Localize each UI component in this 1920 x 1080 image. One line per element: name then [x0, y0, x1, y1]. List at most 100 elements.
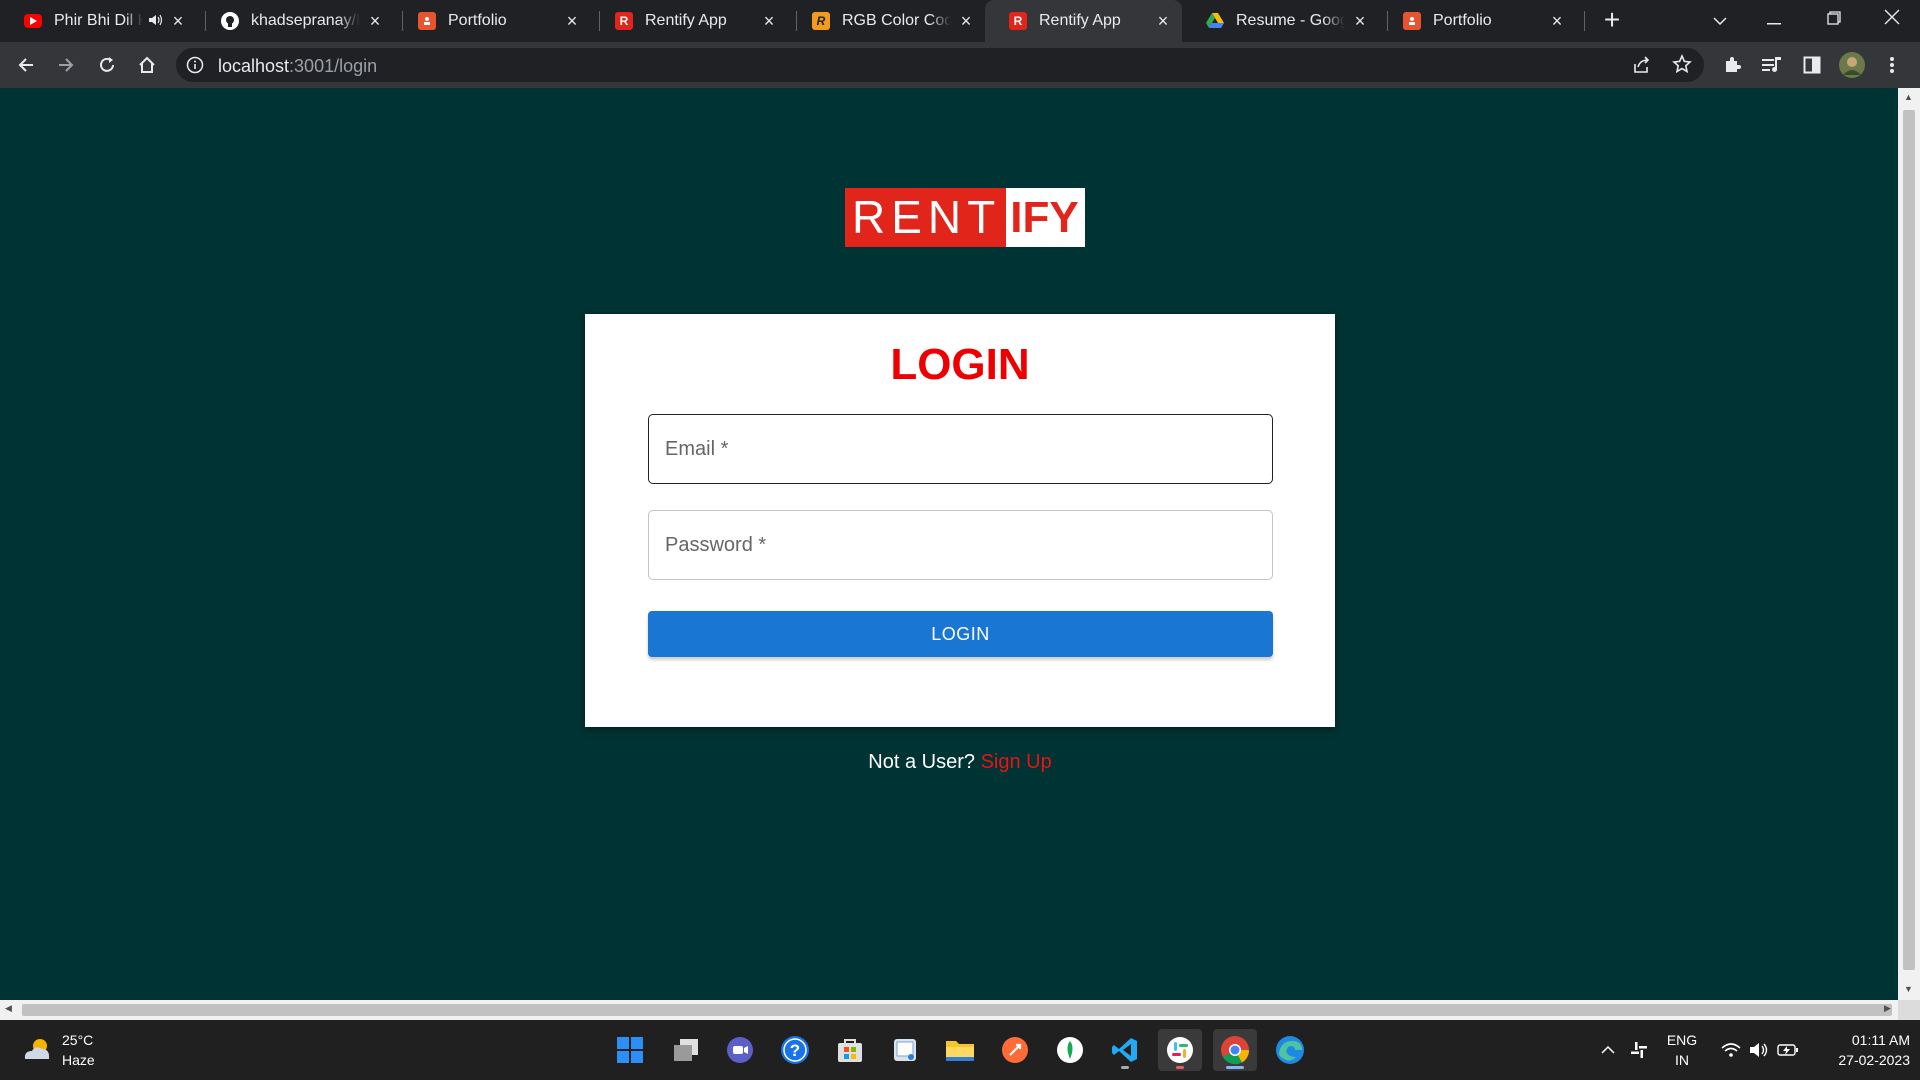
volume-button[interactable]	[1746, 1020, 1772, 1080]
media-control-button[interactable]	[1756, 49, 1788, 81]
snipping-tool-button[interactable]	[883, 1029, 927, 1071]
start-button[interactable]	[608, 1029, 652, 1071]
side-panel-button[interactable]	[1796, 49, 1828, 81]
password-field[interactable]	[648, 510, 1273, 580]
url-host: localhost	[218, 56, 290, 76]
vscode-icon	[1112, 1038, 1137, 1062]
close-icon	[1884, 9, 1900, 25]
close-tab-icon[interactable]: ×	[1154, 12, 1172, 30]
edge-button[interactable]	[1268, 1029, 1312, 1071]
tab-title: Rentify App	[645, 12, 727, 29]
task-view-icon	[674, 1039, 698, 1061]
battery-button[interactable]	[1774, 1020, 1802, 1080]
email-field[interactable]	[648, 414, 1273, 484]
microsoft-store-button[interactable]	[828, 1029, 872, 1071]
file-explorer-button[interactable]	[938, 1029, 982, 1071]
info-icon[interactable]	[186, 56, 204, 79]
close-window-button[interactable]	[1864, 0, 1920, 40]
close-tab-icon[interactable]: ×	[1548, 12, 1566, 30]
task-view-button[interactable]	[664, 1029, 708, 1071]
close-tab-icon[interactable]: ×	[366, 12, 384, 30]
horizontal-scroll-thumb[interactable]	[22, 1004, 1892, 1016]
chrome-icon	[1221, 1036, 1250, 1065]
speaker-icon[interactable]	[149, 14, 163, 29]
close-tab-icon[interactable]: ×	[760, 12, 778, 30]
browser-menu-button[interactable]	[1876, 49, 1908, 81]
home-icon	[139, 56, 155, 73]
windows-start-icon	[617, 1037, 643, 1063]
login-button[interactable]: LOGIN	[648, 611, 1273, 657]
vertical-scroll-thumb[interactable]	[1903, 110, 1915, 970]
vertical-scrollbar[interactable]: ▲ ▼	[1898, 88, 1920, 1000]
forward-button[interactable]	[50, 49, 82, 81]
browser-tab[interactable]: Phir Bhi Dil H ×	[0, 0, 197, 42]
home-button[interactable]	[131, 49, 163, 81]
password-input[interactable]	[649, 511, 1272, 579]
chevron-down-icon	[1713, 17, 1727, 26]
browser-tab[interactable]: Portfolio ×	[1379, 0, 1576, 42]
browser-tab[interactable]: Portfolio ×	[394, 0, 591, 42]
chrome-button[interactable]	[1213, 1029, 1257, 1071]
address-bar[interactable]: localhost:3001/login	[176, 48, 1704, 82]
teams-chat-icon	[727, 1037, 753, 1063]
browser-tab[interactable]: R RGB Color Codes ×	[788, 0, 985, 42]
signup-link[interactable]: Sign Up	[981, 751, 1052, 773]
browser-tab-active[interactable]: R Rentify App ×	[985, 0, 1182, 42]
minimize-button[interactable]	[1746, 0, 1802, 40]
rentify-logo[interactable]: RENT IFY	[845, 188, 1085, 247]
back-button[interactable]	[10, 49, 42, 81]
running-indicator	[1176, 1066, 1184, 1069]
slack-icon	[1167, 1037, 1193, 1063]
rgb-icon: R	[812, 12, 830, 30]
browser-tab[interactable]: khadsepranay/Re ×	[197, 0, 394, 42]
avatar-icon	[1839, 52, 1865, 78]
minimize-icon	[1767, 23, 1781, 25]
slack-tray-icon	[1631, 1042, 1647, 1058]
postman-button[interactable]	[993, 1029, 1037, 1071]
scroll-left-arrow-icon[interactable]: ◀	[5, 1003, 12, 1014]
wifi-button[interactable]	[1718, 1020, 1744, 1080]
teams-chat-button[interactable]	[718, 1029, 762, 1071]
rentify-icon: R	[1009, 12, 1027, 30]
bookmark-star-icon[interactable]	[1672, 54, 1692, 79]
close-tab-icon[interactable]: ×	[169, 12, 187, 30]
profile-avatar[interactable]	[1836, 49, 1868, 81]
extensions-button[interactable]	[1716, 49, 1748, 81]
language-indicator[interactable]: ENG IN	[1660, 1020, 1704, 1080]
tab-search-button[interactable]	[1692, 0, 1748, 40]
horizontal-scrollbar[interactable]: ◀ ▶	[0, 1000, 1898, 1020]
side-panel-icon	[1803, 56, 1821, 74]
tray-app-button[interactable]	[1626, 1020, 1652, 1080]
signup-prompt-text: Not a User?	[868, 751, 975, 773]
scroll-up-arrow-icon[interactable]: ▲	[1904, 92, 1913, 102]
system-clock[interactable]: 01:11 AM 27-02-2023	[1810, 1030, 1910, 1070]
tab-divider	[1584, 11, 1585, 31]
language-region: IN	[1675, 1052, 1689, 1068]
scrollbar-corner	[1898, 1000, 1920, 1020]
back-arrow-icon	[18, 58, 33, 72]
weather-widget[interactable]: 25°C Haze	[20, 1030, 95, 1070]
url-path: :3001/login	[289, 56, 378, 76]
browser-tab[interactable]: Resume - Google ×	[1182, 0, 1379, 42]
restore-button[interactable]	[1806, 0, 1862, 40]
close-tab-icon[interactable]: ×	[563, 12, 581, 30]
reload-button[interactable]	[91, 49, 123, 81]
mongodb-compass-button[interactable]	[1048, 1029, 1092, 1071]
edge-icon	[1276, 1036, 1304, 1064]
browser-tab[interactable]: R Rentify App ×	[591, 0, 788, 42]
show-hidden-icons-button[interactable]	[1596, 1020, 1620, 1080]
slack-button[interactable]	[1158, 1029, 1202, 1071]
share-icon[interactable]	[1632, 55, 1652, 80]
close-tab-icon[interactable]: ×	[957, 12, 975, 30]
close-tab-icon[interactable]: ×	[1351, 12, 1369, 30]
scroll-down-arrow-icon[interactable]: ▼	[1904, 984, 1913, 994]
volume-icon	[1750, 1043, 1768, 1057]
new-tab-button[interactable]: +	[1598, 6, 1626, 35]
tab-title: Rentify App	[1039, 12, 1121, 29]
email-input[interactable]	[649, 415, 1272, 483]
vscode-button[interactable]	[1103, 1029, 1147, 1071]
scroll-right-arrow-icon[interactable]: ▶	[1884, 1003, 1891, 1014]
signup-prompt: Not a User? Sign Up	[0, 751, 1898, 774]
tab-title: Portfolio	[448, 12, 507, 29]
get-help-button[interactable]: ?	[773, 1029, 817, 1071]
